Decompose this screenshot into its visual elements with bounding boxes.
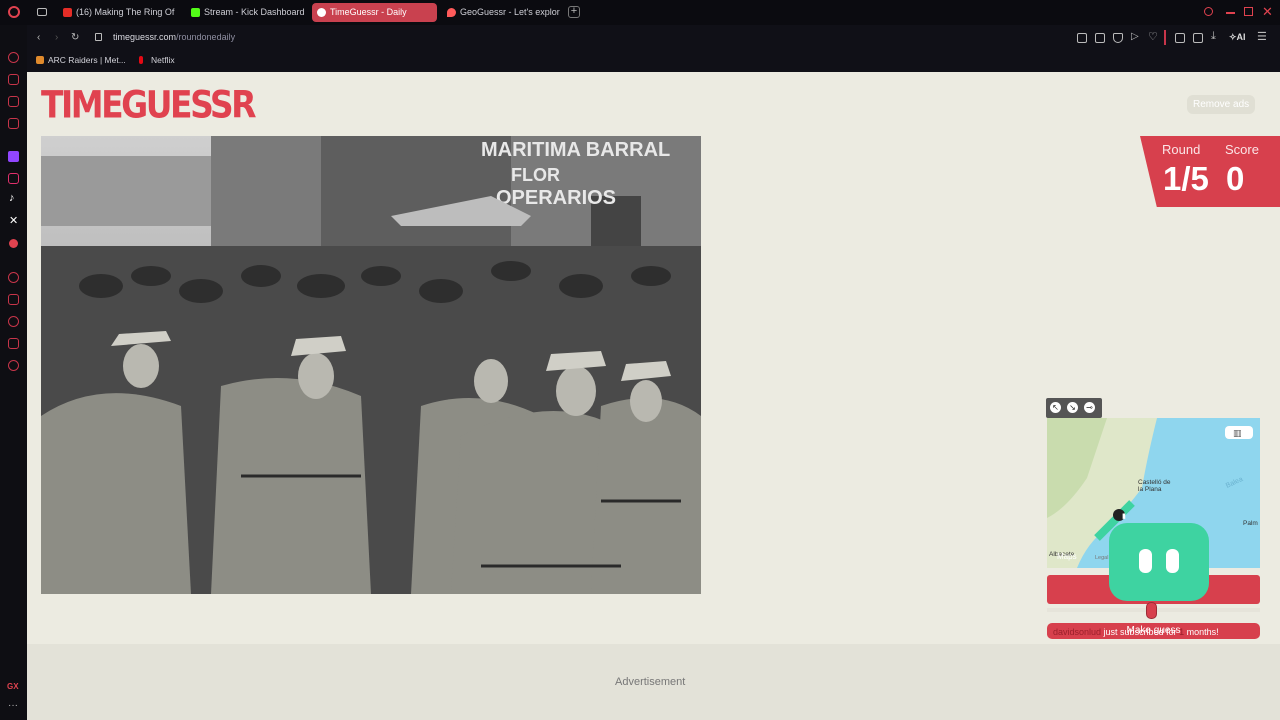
map-controls: ↖ ↘ ⊸ bbox=[1046, 398, 1102, 418]
menu-icon[interactable]: ☰ bbox=[1257, 30, 1267, 43]
svg-text:MARITIMA BARRAL: MARITIMA BARRAL bbox=[481, 139, 670, 161]
remove-ads-button[interactable]: Remove ads bbox=[1187, 95, 1256, 114]
settings-icon[interactable] bbox=[8, 360, 19, 371]
ai-label: AI bbox=[1236, 32, 1246, 42]
aria-ai-button[interactable]: ✧AI bbox=[1229, 32, 1246, 43]
maps-brand: Maps bbox=[1057, 552, 1077, 561]
speed-dial-icon[interactable] bbox=[8, 52, 19, 63]
year-slider-handle[interactable] bbox=[1146, 602, 1157, 619]
instagram-icon[interactable] bbox=[8, 173, 19, 184]
map-sea-label: Balea bbox=[1225, 476, 1244, 490]
photo-illustration: MARITIMA BARRAL FLOR OPERARIOS bbox=[41, 136, 701, 594]
back-icon[interactable]: ‹ bbox=[37, 32, 40, 43]
bookmark-icon[interactable] bbox=[1077, 33, 1087, 43]
maximize-icon[interactable] bbox=[1244, 7, 1253, 16]
search-icon[interactable] bbox=[1204, 7, 1213, 16]
twitch-icon[interactable] bbox=[8, 151, 19, 162]
netflix-icon bbox=[139, 56, 143, 64]
shield-icon[interactable] bbox=[1113, 33, 1123, 43]
address-bar: ‹ › ↻ timeguessr.com/roundonedaily ▷ ♡ ⤓… bbox=[27, 25, 1280, 50]
more-icon[interactable]: ··· bbox=[8, 700, 18, 711]
gx-icon[interactable]: GX bbox=[7, 682, 19, 691]
score-value: 0 bbox=[1226, 160, 1245, 197]
mascot-eye bbox=[1166, 549, 1179, 573]
forward-icon[interactable]: › bbox=[55, 32, 58, 43]
round-value: 1/5 bbox=[1163, 160, 1209, 197]
music-icon[interactable] bbox=[8, 118, 19, 129]
bookmark-label: Netflix bbox=[151, 55, 175, 65]
tab-timeguessr[interactable]: TimeGuessr - Daily bbox=[312, 3, 437, 22]
player-icon[interactable] bbox=[8, 272, 19, 283]
lock-icon bbox=[95, 33, 102, 41]
tiktok-icon[interactable]: ♪ bbox=[9, 193, 15, 204]
history-icon[interactable] bbox=[8, 316, 19, 327]
expand-map-icon[interactable]: ↖ bbox=[1050, 402, 1061, 413]
bookmark-label: ARC Raiders | Met... bbox=[48, 55, 126, 65]
pinboard-icon[interactable] bbox=[8, 294, 19, 305]
toast-suffix: months! bbox=[1184, 627, 1219, 637]
toast-user: davidsonlud bbox=[1053, 627, 1102, 637]
map-city-castello: Castelló de bbox=[1138, 479, 1171, 486]
advertisement-label: Advertisement bbox=[615, 676, 686, 688]
geoguessr-icon bbox=[447, 8, 456, 17]
record-icon[interactable] bbox=[9, 239, 18, 248]
close-icon[interactable]: ✕ bbox=[1262, 5, 1273, 18]
download-icon[interactable]: ⤓ bbox=[1211, 30, 1216, 43]
historical-photo: MARITIMA BARRAL FLOR OPERARIOS bbox=[41, 136, 701, 594]
kick-icon bbox=[191, 8, 200, 17]
round-label: Round bbox=[1162, 142, 1201, 157]
minimize-icon[interactable] bbox=[1226, 12, 1235, 14]
svg-text:▮: ▮ bbox=[1122, 513, 1126, 520]
bookmark-netflix[interactable]: Netflix bbox=[139, 55, 175, 65]
bookmark-arc-raiders[interactable]: ARC Raiders | Met... bbox=[36, 55, 126, 65]
extensions-icon[interactable] bbox=[1175, 33, 1185, 43]
url-path: /roundonedaily bbox=[176, 32, 236, 42]
news-icon[interactable] bbox=[8, 96, 19, 107]
reload-icon[interactable]: ↻ bbox=[71, 32, 79, 43]
mascot-eye bbox=[1139, 549, 1152, 573]
map-city-palma: Palm bbox=[1243, 520, 1258, 527]
pin-map-icon[interactable]: ⊸ bbox=[1084, 402, 1095, 413]
x-icon[interactable]: ✕ bbox=[9, 216, 18, 227]
opera-logo-icon[interactable] bbox=[8, 6, 20, 18]
workspaces-icon[interactable] bbox=[37, 8, 47, 16]
bookmarks-bar: ARC Raiders | Met... Netflix bbox=[27, 50, 1280, 72]
extensions-icon[interactable] bbox=[8, 338, 19, 349]
page-content: TimeGuessr Remove ads MARITIMA BARRAL FL… bbox=[27, 72, 1280, 720]
timeguessr-logo[interactable]: TimeGuessr bbox=[41, 83, 257, 128]
heart-icon[interactable]: ♡ bbox=[1148, 30, 1158, 43]
svg-text:OPERARIOS: OPERARIOS bbox=[496, 187, 616, 209]
mascot-overlay bbox=[1109, 523, 1209, 601]
youtube-icon bbox=[63, 8, 72, 17]
wallet-icon[interactable] bbox=[1193, 33, 1203, 43]
tab-kick[interactable]: Stream - Kick Dashboard bbox=[186, 3, 306, 22]
tab-youtube[interactable]: (16) Making The Ring Of S bbox=[58, 3, 176, 22]
play-icon[interactable]: ▷ bbox=[1131, 31, 1139, 42]
toast-text: just subscribed for bbox=[1101, 627, 1180, 637]
snapshot-icon[interactable] bbox=[1095, 33, 1105, 43]
timeguessr-icon bbox=[317, 8, 326, 17]
shrink-map-icon[interactable]: ↘ bbox=[1067, 402, 1078, 413]
map-legal-link: Legal bbox=[1095, 555, 1108, 561]
tab-label: GeoGuessr - Let's explore bbox=[460, 7, 560, 17]
tab-label: Stream - Kick Dashboard bbox=[204, 7, 305, 17]
svg-text:▥: ▥ bbox=[1233, 429, 1242, 439]
arc-icon bbox=[36, 56, 44, 64]
divider bbox=[1164, 30, 1166, 45]
svg-text:FLOR: FLOR bbox=[511, 165, 560, 185]
map-city-castello-2: la Plana bbox=[1138, 486, 1162, 493]
url-host: timeguessr.com bbox=[113, 32, 177, 42]
tab-geoguessr[interactable]: GeoGuessr - Let's explore bbox=[442, 3, 560, 22]
new-tab-button[interactable]: + bbox=[568, 6, 580, 18]
round-score-panel: Round Score 1/5 0 bbox=[1140, 136, 1280, 207]
tab-label: TimeGuessr - Daily bbox=[330, 7, 407, 17]
tab-bar: (16) Making The Ring Of S Stream - Kick … bbox=[0, 0, 1280, 25]
subscription-toast: davidsonlud just subscribed for 1 months… bbox=[1047, 625, 1260, 639]
shopping-icon[interactable] bbox=[8, 74, 19, 85]
advertisement-bar: Advertisement bbox=[27, 644, 1280, 720]
url-field[interactable]: timeguessr.com/roundonedaily bbox=[113, 32, 235, 42]
sidebar: ♪ ✕ GX ··· bbox=[0, 25, 27, 720]
tab-label: (16) Making The Ring Of S bbox=[76, 7, 176, 17]
score-label: Score bbox=[1225, 142, 1259, 157]
